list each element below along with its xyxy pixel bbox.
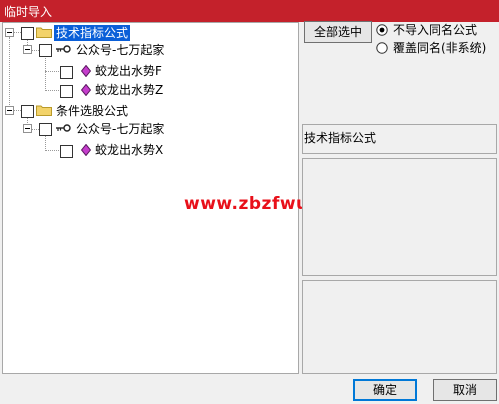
cancel-button[interactable]: 取消 — [433, 379, 497, 401]
tree-checkbox[interactable] — [39, 44, 52, 57]
tree-checkbox[interactable] — [60, 85, 73, 98]
tree-checkbox[interactable] — [21, 105, 34, 118]
formula-gem-icon — [81, 144, 91, 156]
key-icon — [56, 124, 71, 132]
radio-overwrite-same-name[interactable] — [376, 42, 388, 54]
tree-node-label[interactable]: 公众号-七万起家 — [76, 121, 164, 137]
tree-checkbox[interactable] — [39, 123, 52, 136]
formula-description-area — [302, 158, 497, 276]
tree-node-label[interactable]: 蛟龙出水势Z — [95, 82, 163, 98]
tree-node-label[interactable]: 蛟龙出水势X — [95, 142, 163, 158]
tree-checkbox[interactable] — [21, 27, 34, 40]
folder-icon — [36, 105, 52, 116]
collapse-toggle[interactable] — [5, 106, 14, 115]
tree-connector — [45, 90, 59, 91]
radio-skip-label[interactable]: 不导入同名公式 — [393, 23, 477, 37]
collapse-toggle[interactable] — [23, 45, 32, 54]
formula-type-title: 技术指标公式 — [304, 131, 377, 145]
formula-detail-area — [302, 280, 497, 374]
formula-gem-icon — [81, 84, 91, 96]
tree-connector — [45, 71, 59, 72]
key-icon — [56, 45, 71, 53]
tree-checkbox[interactable] — [60, 66, 73, 79]
window-title: 临时导入 — [4, 5, 53, 19]
collapse-toggle[interactable] — [23, 124, 32, 133]
tree-node-label[interactable]: 蛟龙出水势F — [95, 63, 162, 79]
formula-gem-icon — [81, 65, 91, 77]
tree-connector — [45, 134, 46, 151]
collapse-toggle[interactable] — [5, 28, 14, 37]
title-bar[interactable]: 临时导入 — [0, 0, 499, 22]
tree-connector — [45, 55, 46, 91]
tree-node-label[interactable]: 公众号-七万起家 — [76, 42, 164, 58]
tree-node-label[interactable]: 条件选股公式 — [56, 103, 128, 119]
radio-skip-same-name[interactable] — [376, 24, 388, 36]
tree-connector — [45, 150, 59, 151]
select-all-button[interactable]: 全部选中 — [304, 21, 372, 43]
tree-connector — [9, 37, 10, 111]
ok-button[interactable]: 确定 — [353, 379, 417, 401]
folder-icon — [36, 27, 52, 38]
radio-overwrite-label[interactable]: 覆盖同名(非系统) — [393, 41, 486, 55]
tree-checkbox[interactable] — [60, 145, 73, 158]
tree-node-label[interactable]: 技术指标公式 — [54, 25, 131, 41]
